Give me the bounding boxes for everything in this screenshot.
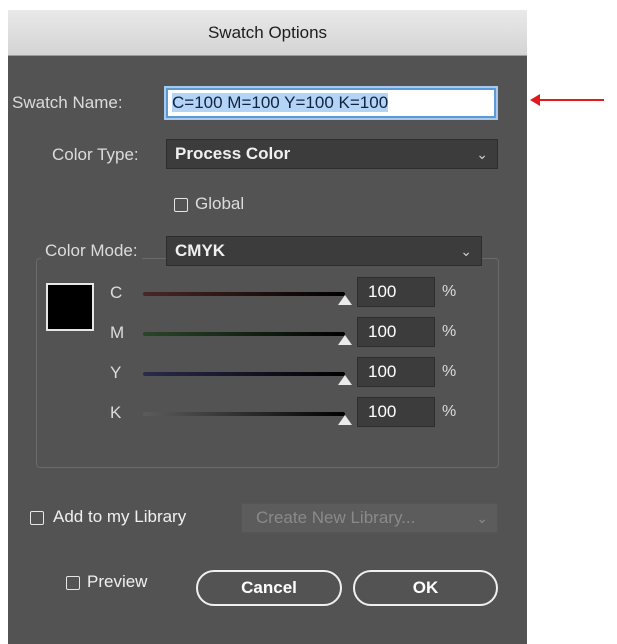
color-type-label: Color Type: — [52, 145, 139, 164]
triangle-up-icon[interactable] — [338, 375, 352, 385]
channel-m-label: M — [110, 323, 125, 342]
swatch-name-input[interactable]: C=100 M=100 Y=100 K=100 — [166, 88, 496, 118]
global-label: Global — [195, 194, 245, 213]
triangle-up-icon[interactable] — [338, 415, 352, 425]
color-type-dropdown[interactable]: Process Color ⌄ — [166, 139, 498, 169]
channel-c-unit: % — [442, 283, 457, 300]
add-to-library-checkbox[interactable] — [30, 511, 44, 525]
color-mode-dropdown[interactable]: CMYK ⌄ — [166, 236, 482, 266]
arrow-shaft — [538, 99, 604, 101]
preview-label: Preview — [87, 572, 148, 591]
library-dropdown-value: Create New Library... — [256, 508, 416, 527]
channel-y-slider[interactable] — [143, 372, 345, 376]
chevron-down-icon: ⌄ — [476, 146, 488, 162]
channel-c-slider[interactable] — [143, 292, 345, 296]
chevron-down-icon: ⌄ — [460, 243, 472, 259]
channel-k-label: K — [110, 403, 122, 422]
swatch-name-label: Swatch Name: — [12, 93, 123, 112]
global-checkbox[interactable] — [174, 198, 188, 212]
ok-button[interactable]: OK — [353, 570, 498, 606]
swatch-name-value: C=100 M=100 Y=100 K=100 — [172, 93, 389, 112]
library-dropdown[interactable]: Create New Library... ⌄ — [241, 503, 498, 533]
cancel-button[interactable]: Cancel — [196, 570, 342, 606]
chevron-down-icon: ⌄ — [476, 510, 488, 526]
color-mode-value: CMYK — [175, 241, 226, 260]
color-type-value: Process Color — [175, 144, 291, 163]
channel-m-slider[interactable] — [143, 332, 345, 336]
color-preview-swatch — [46, 283, 94, 331]
channel-k-slider[interactable] — [143, 412, 345, 416]
channel-c-input[interactable]: 100 — [357, 277, 435, 307]
channel-y-unit: % — [442, 363, 457, 380]
arrow-head — [530, 94, 540, 106]
channel-k-input[interactable]: 100 — [357, 397, 435, 427]
triangle-up-icon[interactable] — [338, 335, 352, 345]
channel-k-unit: % — [442, 403, 457, 420]
swatch-options-dialog: Swatch Options Swatch Name: C=100 M=100 … — [8, 10, 527, 644]
preview-checkbox[interactable] — [66, 576, 80, 590]
channel-y-input[interactable]: 100 — [357, 357, 435, 387]
channel-c-label: C — [110, 283, 123, 302]
add-to-library-label: Add to my Library — [53, 507, 187, 526]
channel-m-input[interactable]: 100 — [357, 317, 435, 347]
channel-y-label: Y — [110, 363, 122, 382]
dialog-title: Swatch Options — [8, 10, 527, 56]
color-mode-label: Color Mode: — [41, 241, 142, 261]
triangle-up-icon[interactable] — [338, 295, 352, 305]
channel-m-unit: % — [442, 323, 457, 340]
